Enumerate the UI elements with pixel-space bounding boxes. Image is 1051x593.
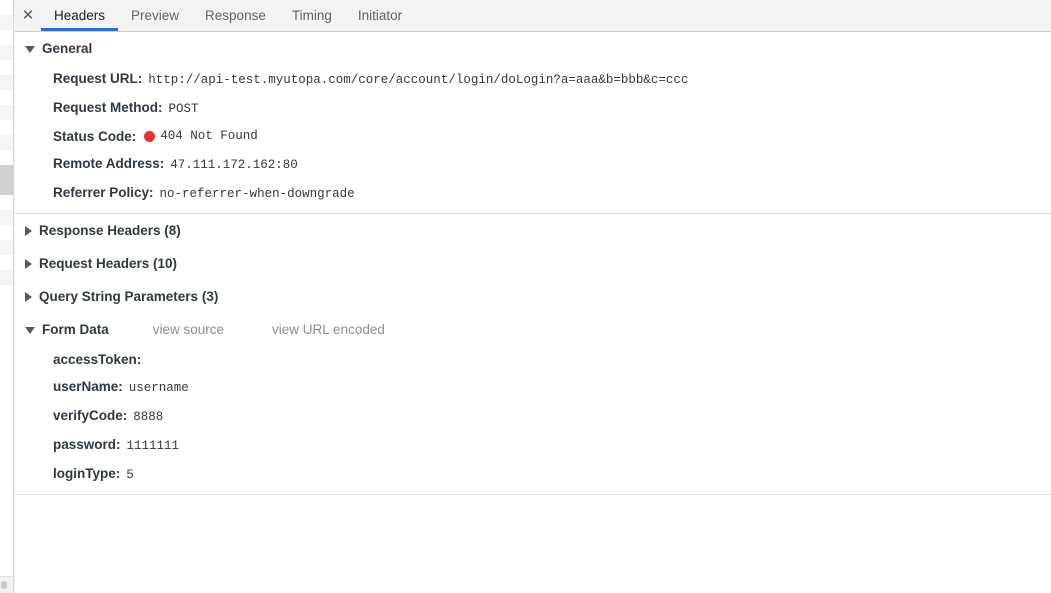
section-general-title: General [42, 41, 93, 56]
row-request-method: Request Method: POST [53, 94, 1051, 123]
section-query-string-parameters-title: Query String Parameters (3) [39, 289, 219, 304]
tab-initiator-label: Initiator [357, 8, 403, 23]
form-data-view-links: view source view URL encoded [153, 322, 385, 337]
section-form-data: Form Data view source view URL encoded a… [15, 313, 1051, 489]
form-data-rows: accessToken: userName: username verifyCo… [15, 346, 1051, 489]
request-list-row[interactable] [0, 150, 13, 165]
request-list-row[interactable] [0, 45, 13, 60]
section-response-headers: Response Headers (8) [15, 214, 1051, 247]
remote-address-label: Remote Address: [53, 156, 165, 171]
close-icon[interactable]: ✕ [15, 0, 41, 31]
row-referrer-policy: Referrer Policy: no-referrer-when-downgr… [53, 179, 1051, 208]
request-method-value: POST [168, 102, 199, 116]
row-access-token: accessToken: [53, 346, 1051, 373]
request-url-value[interactable]: http://api-test.myutopa.com/core/account… [148, 72, 688, 89]
password-label: password: [53, 437, 121, 452]
section-request-headers-title: Request Headers (10) [39, 256, 178, 271]
row-password: password: 1111111 [53, 431, 1051, 460]
status-error-icon [144, 131, 156, 142]
section-response-headers-title: Response Headers (8) [39, 223, 181, 238]
section-response-headers-header[interactable]: Response Headers (8) [15, 214, 1051, 247]
horizontal-scrollbar-thumb[interactable] [1, 581, 7, 589]
tab-response-label: Response [205, 8, 266, 23]
tab-headers[interactable]: Headers [41, 0, 119, 31]
verify-code-value: 8888 [133, 410, 164, 424]
section-general: General Request URL: http://api-test.myu… [15, 32, 1051, 208]
section-request-headers-header[interactable]: Request Headers (10) [15, 247, 1051, 280]
request-list-row[interactable] [0, 60, 13, 75]
remote-address-value: 47.111.172.162:80 [170, 158, 298, 172]
user-name-value: username [128, 381, 189, 395]
chevron-down-icon [25, 327, 35, 334]
row-status-code: Status Code: 404 Not Found [53, 123, 1051, 150]
tab-preview[interactable]: Preview [118, 0, 192, 31]
view-source-link[interactable]: view source [153, 322, 224, 337]
view-url-encoded-link[interactable]: view URL encoded [272, 322, 385, 337]
request-list-row[interactable] [0, 90, 13, 105]
request-list-row[interactable] [0, 120, 13, 135]
verify-code-label: verifyCode: [53, 408, 128, 423]
status-code-value: 404 Not Found [160, 129, 258, 143]
general-rows: Request URL: http://api-test.myutopa.com… [15, 65, 1051, 208]
request-list-row[interactable] [0, 135, 13, 150]
request-list-row-selected[interactable] [0, 180, 13, 195]
tab-preview-label: Preview [131, 8, 180, 23]
access-token-label: accessToken: [53, 352, 142, 367]
headers-content: General Request URL: http://api-test.myu… [15, 32, 1051, 593]
request-method-label: Request Method: [53, 100, 163, 115]
referrer-policy-label: Referrer Policy: [53, 185, 154, 200]
request-list-row[interactable] [0, 255, 13, 270]
request-list-row[interactable] [0, 285, 13, 300]
row-login-type: loginType: 5 [53, 460, 1051, 489]
tab-response[interactable]: Response [192, 0, 279, 31]
chevron-down-icon [25, 46, 35, 53]
request-list-row[interactable] [0, 270, 13, 285]
section-divider-bottom [15, 494, 1051, 495]
network-request-list-strip[interactable] [0, 0, 13, 593]
row-request-url: Request URL: http://api-test.myutopa.com… [53, 65, 1051, 94]
user-name-label: userName: [53, 379, 123, 394]
request-list-row[interactable] [0, 0, 13, 15]
section-form-data-title: Form Data [42, 322, 109, 337]
detail-tab-bar: ✕ Headers Preview Response Timing Initia… [15, 0, 1051, 32]
tab-headers-label: Headers [54, 8, 106, 23]
request-list-row[interactable] [0, 75, 13, 90]
status-code-label: Status Code: [53, 129, 137, 144]
request-url-label: Request URL: [53, 71, 143, 86]
login-type-label: loginType: [53, 466, 121, 481]
login-type-value: 5 [126, 468, 134, 482]
request-list-row[interactable] [0, 210, 13, 225]
password-value: 1111111 [126, 439, 180, 453]
row-remote-address: Remote Address: 47.111.172.162:80 [53, 150, 1051, 179]
chevron-right-icon [25, 291, 32, 302]
section-query-string-parameters-header[interactable]: Query String Parameters (3) [15, 280, 1051, 313]
request-list-row[interactable] [0, 195, 13, 210]
section-request-headers: Request Headers (10) [15, 247, 1051, 280]
request-list-row[interactable] [0, 15, 13, 30]
request-list-row-selected[interactable] [0, 165, 13, 180]
chevron-right-icon [25, 258, 32, 269]
tab-timing[interactable]: Timing [279, 0, 345, 31]
request-list-row[interactable] [0, 225, 13, 240]
referrer-policy-value: no-referrer-when-downgrade [159, 187, 355, 201]
chevron-right-icon [25, 225, 32, 236]
row-user-name: userName: username [53, 373, 1051, 402]
row-verify-code: verifyCode: 8888 [53, 402, 1051, 431]
tab-initiator[interactable]: Initiator [345, 0, 415, 31]
request-list-row[interactable] [0, 30, 13, 45]
section-general-header[interactable]: General [15, 32, 1051, 65]
section-form-data-header[interactable]: Form Data view source view URL encoded [15, 313, 1051, 346]
section-query-string-parameters: Query String Parameters (3) [15, 280, 1051, 313]
request-detail-pane: ✕ Headers Preview Response Timing Initia… [15, 0, 1051, 593]
request-list-row[interactable] [0, 240, 13, 255]
tab-timing-label: Timing [291, 8, 332, 23]
request-list-row[interactable] [0, 105, 13, 120]
